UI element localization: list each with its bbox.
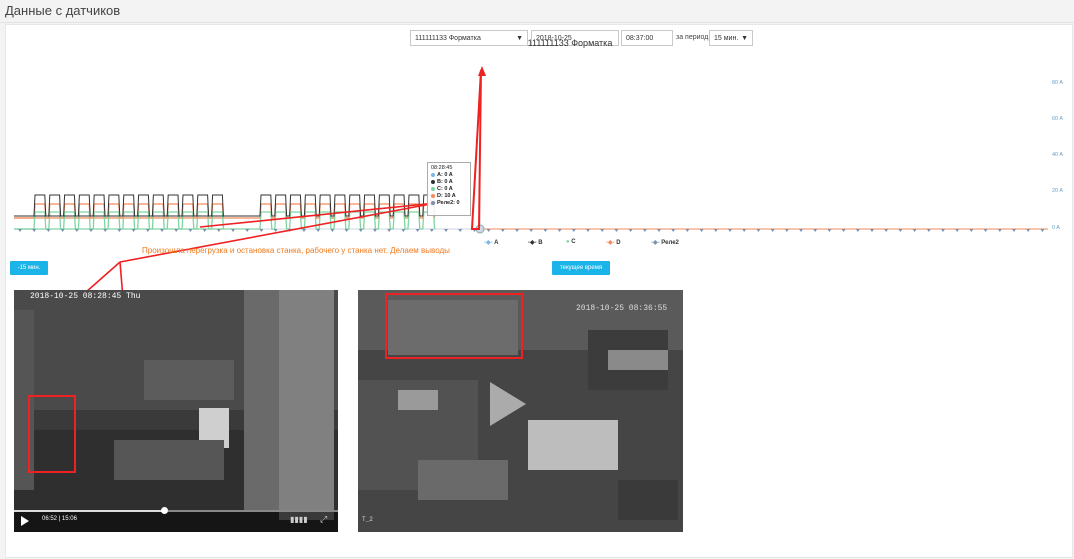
legend-item-c[interactable]: ● C — [566, 239, 576, 245]
camera-video-left[interactable]: 2018-10-25 08:28:45 Thu — [14, 290, 338, 532]
chevron-down-icon: ▼ — [741, 35, 748, 42]
video-controls[interactable]: 06:52 | 15:06 ▮▮▮▮ ⤢ — [14, 507, 338, 532]
period-select[interactable]: 15 мин. ▼ — [709, 30, 753, 46]
video-time: 06:52 | 15:06 — [42, 516, 77, 522]
legend-item-a[interactable]: -◆- A — [484, 239, 498, 246]
minus-15-min-button[interactable]: -15 мин. — [10, 261, 48, 275]
volume-icon[interactable]: ▮▮▮▮ — [290, 515, 308, 524]
tooltip-row: Реле2: 0 — [431, 200, 467, 207]
period-label: за период — [676, 34, 709, 41]
y-tick-label: 20 A — [1052, 188, 1064, 194]
current-time-button[interactable]: текущее время — [552, 261, 610, 275]
legend-item-rele2[interactable]: -◆- Реле2 — [651, 239, 679, 246]
fullscreen-icon[interactable]: ⤢ — [320, 514, 327, 525]
y-tick-label: 80 A — [1052, 80, 1064, 86]
tooltip-row: B: 0 A — [431, 179, 467, 186]
legend-dot — [431, 172, 435, 177]
period-select-value: 15 мин. — [714, 35, 739, 42]
legend-dot — [431, 193, 435, 198]
y-tick-label: 0 A — [1052, 225, 1060, 231]
video-timestamp: 2018-10-25 08:36:55 — [576, 304, 668, 313]
video-timestamp: 2018-10-25 08:28:45 Thu — [30, 292, 141, 301]
y-tick-label: 60 A — [1052, 116, 1064, 122]
tooltip-time: 08:28:45 — [431, 165, 453, 171]
tooltip-row: D: 10 A — [431, 193, 467, 200]
camera-scene — [14, 290, 338, 532]
legend-dot — [431, 186, 435, 191]
legend-dot — [431, 200, 435, 205]
video-progress-fill — [14, 510, 164, 512]
legend-item-b[interactable]: -◆- B — [528, 239, 543, 246]
legend-dot — [431, 179, 435, 184]
chart-title: 111111133 Форматка — [527, 38, 613, 48]
video-seek-handle[interactable] — [161, 507, 168, 514]
page-title: Данные с датчиков — [5, 3, 121, 18]
y-tick-label: 40 A — [1052, 152, 1064, 158]
legend-item-d[interactable]: -◆- D — [606, 239, 621, 246]
play-icon[interactable] — [21, 516, 29, 526]
chart-tooltip: 08:28:45 A: 0 A B: 0 A C: 0 A D: 10 A Ре… — [427, 162, 471, 216]
play-icon[interactable] — [490, 382, 526, 426]
tooltip-row: A: 0 A — [431, 172, 467, 179]
annotation-text: Произошла перегрузка и остановка станка,… — [142, 246, 450, 255]
camera-label: T_2 — [362, 516, 373, 523]
video-progress-track[interactable] — [14, 507, 338, 514]
tooltip-row: C: 0 A — [431, 186, 467, 193]
page-header: Данные с датчиков — [0, 0, 1074, 23]
